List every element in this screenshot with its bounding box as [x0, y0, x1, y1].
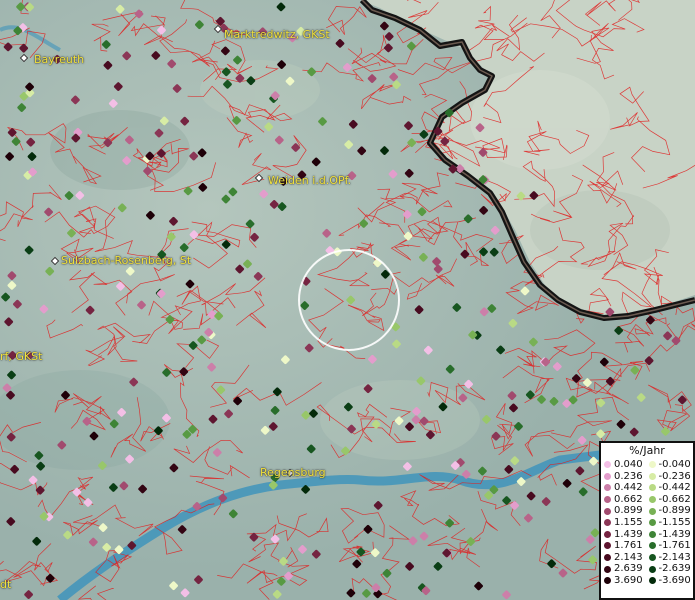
legend-title: %/Jahr: [629, 444, 665, 457]
legend-value: 0.236: [614, 470, 643, 482]
city-label-weiden[interactable]: Weiden i.d.OPf.: [268, 174, 351, 187]
legend-entry-negative: -3.690: [648, 574, 694, 587]
city-label-marktredwitz[interactable]: Marktredwitz, GKSt: [224, 28, 330, 41]
legend-swatch: [604, 542, 611, 550]
legend-swatch: [648, 530, 656, 538]
legend-value: -3.690: [658, 574, 691, 586]
legend-swatch: [648, 484, 656, 492]
city-label-regensburg[interactable]: Regensburg: [260, 466, 326, 479]
legend-value: 1.761: [614, 540, 643, 552]
legend-value: -2.143: [658, 551, 691, 563]
legend-row: 1.761 -1.761: [604, 540, 693, 552]
legend-row: 3.690 -3.690: [604, 575, 693, 587]
legend-swatch: [648, 496, 656, 504]
city-label-bottom-left[interactable]: dt: [0, 578, 11, 591]
legend-value: -0.442: [658, 482, 691, 494]
legend-row: 2.143 -2.143: [604, 552, 693, 564]
legend-value: -0.236: [658, 470, 691, 482]
legend-swatch: [604, 472, 611, 480]
legend-entry-positive: 1.439: [604, 529, 649, 541]
legend-entry-positive: 2.143: [604, 552, 649, 564]
legend-entry-negative: -1.439: [648, 528, 694, 541]
legend-value: 2.143: [614, 551, 643, 563]
legend-swatch: [604, 565, 611, 573]
legend-swatch: [648, 554, 656, 562]
legend-value: 0.442: [614, 482, 643, 494]
legend-row: 1.439 -1.439: [604, 529, 693, 541]
legend-entry-negative: -0.662: [648, 493, 694, 506]
legend-entry-negative: -2.143: [648, 551, 694, 564]
legend-swatch: [604, 530, 611, 538]
map-canvas[interactable]: [0, 0, 695, 600]
legend-value: -1.155: [658, 516, 691, 528]
legend: %/Jahr 0.040 -0.040 0.236 -0.236 0.442 -0.442…: [599, 441, 695, 600]
legend-row: 0.442 -0.442: [604, 482, 693, 494]
legend-entry-positive: 1.761: [604, 540, 649, 552]
legend-value: -1.439: [658, 528, 691, 540]
legend-entry-negative: -0.442: [648, 482, 694, 494]
legend-value: 3.690: [614, 574, 643, 586]
legend-value: -1.761: [658, 540, 691, 552]
legend-rows: 0.040 -0.040 0.236 -0.236 0.442 -0.442 0.662 -0…: [604, 459, 693, 587]
legend-swatch: [604, 461, 611, 469]
legend-entry-negative: -2.639: [648, 563, 694, 575]
legend-entry-negative: -0.236: [648, 470, 694, 483]
legend-row: 2.639 -2.639: [604, 563, 693, 575]
legend-swatch: [604, 507, 611, 515]
legend-value: 0.040: [614, 459, 643, 470]
legend-row: 0.899 -0.899: [604, 505, 693, 517]
legend-entry-positive: 0.040: [604, 459, 649, 471]
legend-swatch: [648, 565, 656, 573]
city-label-left[interactable]: rf, GKSt: [0, 350, 42, 363]
legend-row: 0.662 -0.662: [604, 494, 693, 506]
legend-row: 0.040 -0.040: [604, 459, 693, 471]
legend-entry-positive: 0.236: [604, 471, 649, 483]
legend-entry-negative: -1.155: [648, 516, 694, 529]
legend-entry-negative: -0.899: [648, 505, 694, 517]
legend-value: 1.439: [614, 528, 643, 540]
legend-entry-positive: 2.639: [604, 563, 649, 575]
legend-entry-positive: 3.690: [604, 575, 649, 587]
legend-value: -0.899: [658, 505, 691, 517]
legend-entry-positive: 1.155: [604, 517, 649, 529]
legend-swatch: [648, 507, 656, 515]
legend-row: 1.155 -1.155: [604, 517, 693, 529]
legend-swatch: [648, 542, 656, 550]
legend-value: -0.040: [658, 459, 691, 470]
legend-entry-positive: 0.899: [604, 505, 649, 517]
legend-entry-negative: -1.761: [648, 540, 694, 552]
legend-value: 1.155: [614, 516, 643, 528]
legend-entry-positive: 0.442: [604, 482, 649, 494]
legend-swatch: [648, 461, 656, 469]
legend-swatch: [648, 577, 656, 585]
legend-value: 2.639: [614, 563, 643, 575]
legend-swatch: [604, 554, 611, 562]
legend-value: -2.639: [658, 563, 691, 575]
city-label-sulzbach[interactable]: Sulzbach-Rosenberg, St: [61, 254, 191, 267]
legend-value: 0.662: [614, 493, 643, 505]
legend-value: 0.899: [614, 505, 643, 517]
legend-swatch: [604, 496, 611, 504]
legend-swatch: [604, 484, 611, 492]
legend-swatch: [604, 577, 611, 585]
legend-row: 0.236 -0.236: [604, 471, 693, 483]
legend-value: -0.662: [658, 493, 691, 505]
legend-swatch: [648, 472, 656, 480]
legend-swatch: [604, 519, 611, 527]
city-label-bayreuth[interactable]: Bayreuth: [34, 53, 84, 66]
map-view[interactable]: Marktredwitz, GKSt Bayreuth Weiden i.d.O…: [0, 0, 695, 600]
legend-entry-positive: 0.662: [604, 494, 649, 506]
legend-swatch: [648, 519, 656, 527]
legend-entry-negative: -0.040: [648, 459, 694, 471]
